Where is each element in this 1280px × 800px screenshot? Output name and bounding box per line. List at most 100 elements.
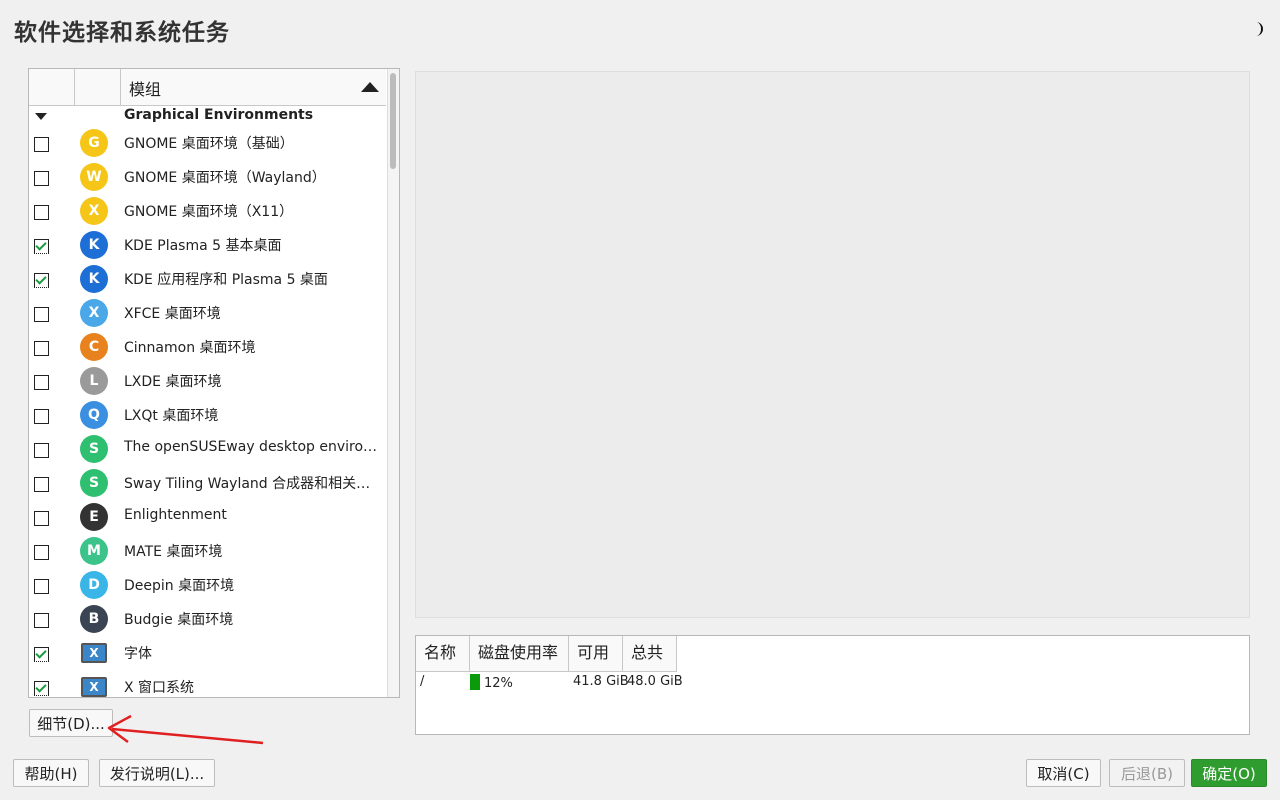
item-label: Enlightenment (124, 507, 227, 523)
disk-header-total[interactable]: 总共 (623, 636, 677, 672)
item-label: LXQt 桌面环境 (124, 408, 219, 424)
list-scrollbar[interactable] (387, 69, 399, 697)
checkbox[interactable] (34, 375, 49, 390)
lxqt-icon: Q (80, 401, 108, 429)
header-icon-column[interactable] (75, 69, 121, 105)
item-label: XFCE 桌面环境 (124, 306, 221, 322)
item-label: MATE 桌面环境 (124, 544, 223, 560)
header-module-column[interactable]: 模组 (121, 69, 385, 105)
kde-icon: K (80, 231, 108, 259)
checkbox[interactable] (34, 477, 49, 492)
opensuseway-icon: S (80, 435, 108, 463)
checkbox[interactable] (34, 409, 49, 424)
gnome-icon: G (80, 129, 108, 157)
enlightenment-icon: E (80, 503, 108, 531)
xfce-icon: X (80, 299, 108, 327)
scroll-thumb[interactable] (390, 73, 396, 169)
item-label: The openSUSEway desktop environment … (124, 439, 382, 455)
list-item[interactable]: B Budgie 桌面环境 (29, 602, 386, 636)
disk-header-available[interactable]: 可用 (569, 636, 623, 672)
cinnamon-icon: C (80, 333, 108, 361)
item-label: GNOME 桌面环境（X11） (124, 204, 294, 220)
disk-usage-cell: 12% (470, 674, 513, 691)
details-button[interactable]: 细节(D)... (29, 709, 113, 737)
checkbox[interactable] (34, 545, 49, 560)
checkbox[interactable] (34, 273, 49, 288)
list-item[interactable]: S The openSUSEway desktop environment … (29, 432, 386, 466)
list-item[interactable]: W GNOME 桌面环境（Wayland） (29, 160, 386, 194)
help-button[interactable]: 帮助(H) (13, 759, 89, 787)
list-item[interactable]: K KDE 应用程序和 Plasma 5 桌面 (29, 262, 386, 296)
pattern-list[interactable]: 模组 Graphical Environments G GNOME 桌面环境（基础… (28, 68, 400, 698)
deepin-icon: D (80, 571, 108, 599)
item-label: 字体 (124, 646, 152, 662)
checkbox[interactable] (34, 239, 49, 254)
mate-icon: M (80, 537, 108, 565)
item-label: KDE 应用程序和 Plasma 5 桌面 (124, 272, 328, 288)
list-item[interactable]: C Cinnamon 桌面环境 (29, 330, 386, 364)
list-header: 模组 (29, 69, 386, 106)
gnome-x11-icon: X (80, 197, 108, 225)
item-label: Sway Tiling Wayland 合成器和相关工具 (124, 476, 382, 492)
disk-usage-table: 名称 磁盘使用率 可用 总共 / 12% 41.8 GiB 48.0 GiB (415, 635, 1250, 735)
group-label: Graphical Environments (124, 107, 314, 123)
item-label: LXDE 桌面环境 (124, 374, 222, 390)
list-item[interactable]: X GNOME 桌面环境（X11） (29, 194, 386, 228)
sway-icon: S (80, 469, 108, 497)
description-panel (415, 71, 1250, 618)
page-title: 软件选择和系统任务 (14, 20, 230, 46)
release-notes-button[interactable]: 发行说明(L)... (99, 759, 215, 787)
lxde-icon: L (80, 367, 108, 395)
budgie-icon: B (80, 605, 108, 633)
checkbox[interactable] (34, 681, 49, 696)
disk-available: 41.8 GiB (573, 674, 629, 689)
x-window-icon: X (81, 643, 107, 663)
kde-icon: K (80, 265, 108, 293)
checkbox[interactable] (34, 511, 49, 526)
usage-bar (470, 674, 480, 690)
usage-percent: 12% (484, 676, 513, 691)
list-item[interactable]: S Sway Tiling Wayland 合成器和相关工具 (29, 466, 386, 500)
item-label: GNOME 桌面环境（基础） (124, 136, 294, 152)
list-item[interactable]: M MATE 桌面环境 (29, 534, 386, 568)
list-item[interactable]: X X 窗口系统 (29, 670, 386, 697)
list-item[interactable]: E Enlightenment (29, 500, 386, 534)
item-label: Cinnamon 桌面环境 (124, 340, 256, 356)
list-item[interactable]: Q LXQt 桌面环境 (29, 398, 386, 432)
checkbox[interactable] (34, 647, 49, 662)
list-item[interactable]: K KDE Plasma 5 基本桌面 (29, 228, 386, 262)
ok-button[interactable]: 确定(O) (1191, 759, 1267, 787)
module-column-label: 模组 (129, 80, 162, 99)
checkbox[interactable] (34, 205, 49, 220)
disk-mount: / (420, 674, 425, 689)
list-item[interactable]: L LXDE 桌面环境 (29, 364, 386, 398)
back-button[interactable]: 后退(B) (1109, 759, 1185, 787)
list-item[interactable]: G GNOME 桌面环境（基础） (29, 126, 386, 160)
checkbox[interactable] (34, 579, 49, 594)
disk-header-usage[interactable]: 磁盘使用率 (470, 636, 569, 672)
checkbox[interactable] (34, 341, 49, 356)
expand-arrow-icon[interactable] (35, 113, 47, 120)
item-label: KDE Plasma 5 基本桌面 (124, 238, 282, 254)
checkbox[interactable] (34, 137, 49, 152)
sort-ascending-icon (361, 82, 379, 92)
item-label: GNOME 桌面环境（Wayland） (124, 170, 326, 186)
disk-header-name[interactable]: 名称 (416, 636, 470, 672)
item-label: X 窗口系统 (124, 680, 195, 696)
checkbox[interactable] (34, 307, 49, 322)
cancel-button[interactable]: 取消(C) (1026, 759, 1101, 787)
checkbox[interactable] (34, 443, 49, 458)
item-label: Budgie 桌面环境 (124, 612, 234, 628)
item-label: Deepin 桌面环境 (124, 578, 235, 594)
x-window-icon: X (81, 677, 107, 697)
checkbox[interactable] (34, 171, 49, 186)
header-checkbox-column[interactable] (29, 69, 75, 105)
list-item[interactable]: X 字体 (29, 636, 386, 670)
group-row[interactable]: Graphical Environments (29, 106, 386, 126)
list-item[interactable]: X XFCE 桌面环境 (29, 296, 386, 330)
gnome-wayland-icon: W (80, 163, 108, 191)
disk-total: 48.0 GiB (627, 674, 683, 689)
checkbox[interactable] (34, 613, 49, 628)
list-item[interactable]: D Deepin 桌面环境 (29, 568, 386, 602)
moon-icon[interactable] (1246, 18, 1268, 40)
